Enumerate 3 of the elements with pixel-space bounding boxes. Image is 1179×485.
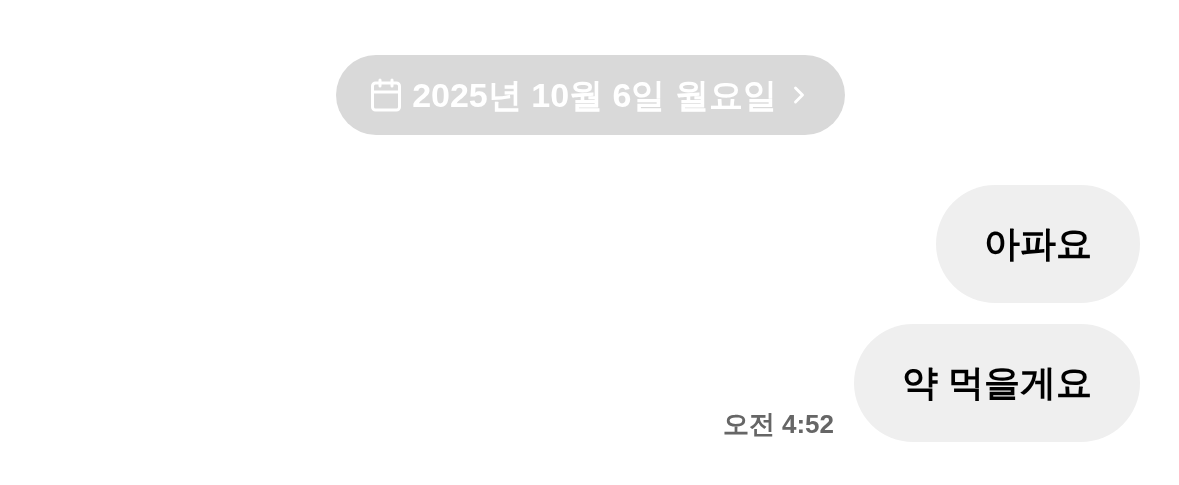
message-bubble: 아파요	[936, 185, 1140, 303]
message-time: 오전 4:52	[722, 408, 834, 441]
message-bubble: 약 먹을게요	[854, 324, 1140, 442]
